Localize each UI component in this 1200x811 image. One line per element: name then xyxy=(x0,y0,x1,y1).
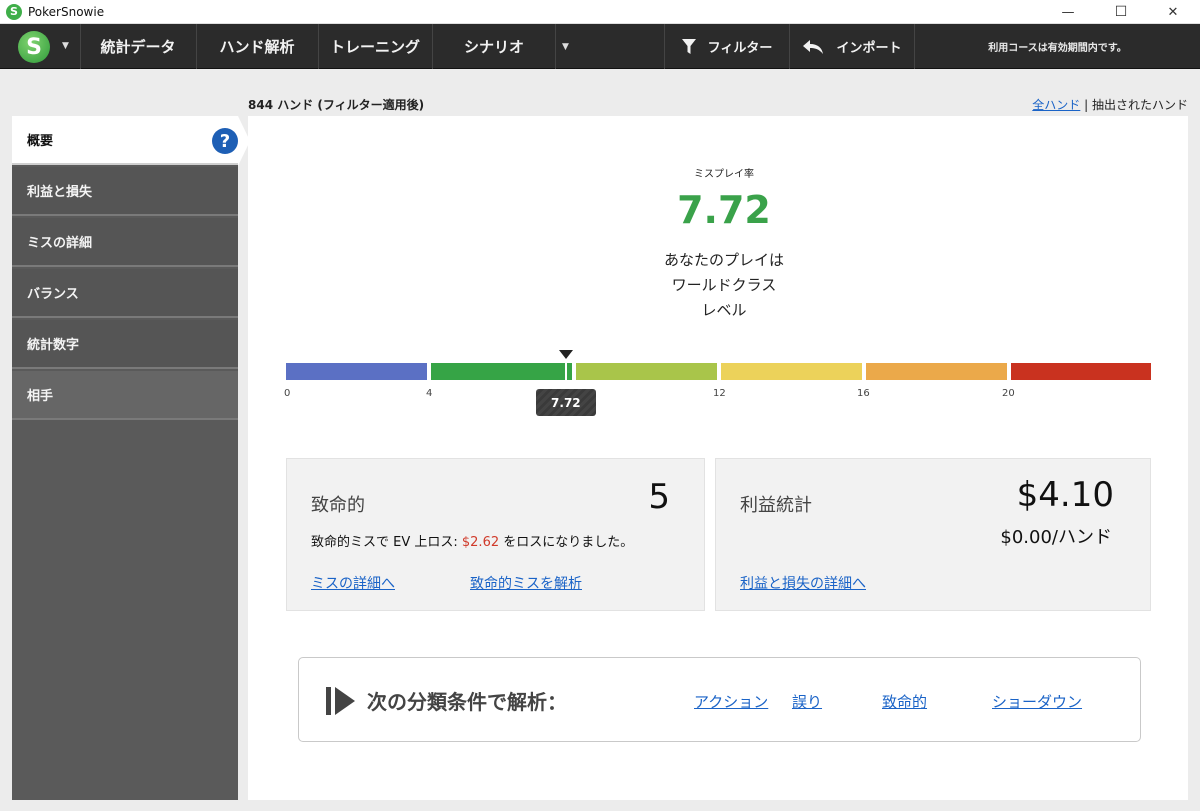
filter-button[interactable]: フィルター xyxy=(666,24,788,69)
scale-marker-pointer-icon xyxy=(558,350,573,359)
window-title: PokerSnowie xyxy=(28,4,105,19)
scale-tick-label: 4 xyxy=(426,388,433,399)
misplay-scale-bar xyxy=(286,363,1151,380)
blunder-card: 致命的 5 致命的ミスで EV 上ロス: $2.62 をロスになりました。 ミス… xyxy=(286,458,705,611)
scale-tick-label: 20 xyxy=(1002,388,1015,399)
profit-title: 利益統計 xyxy=(740,495,812,516)
undo-arrow-icon xyxy=(803,39,824,54)
analyze-link-action[interactable]: アクション xyxy=(694,691,768,712)
extracted-hands-label: 抽出されたハンド xyxy=(1091,98,1188,112)
blunder-title: 致命的 xyxy=(311,495,365,516)
scale-segment-green xyxy=(431,363,572,380)
close-button[interactable]: ✕ xyxy=(1150,0,1196,24)
profit-loss-details-link[interactable]: 利益と損失の詳細へ xyxy=(740,573,866,593)
hands-toggle-separator: | xyxy=(1080,98,1092,112)
import-label: インポート xyxy=(836,41,902,56)
toolbar-divider xyxy=(318,24,319,69)
sidebar-item-label: バランス xyxy=(27,287,79,302)
play-icon xyxy=(326,687,355,715)
hands-count: 844 ハンド (フィルター適用後) xyxy=(248,98,425,112)
play-level-text: あなたのプレイは ワールドクラス レベル xyxy=(248,248,1200,323)
sidebar-item-balance[interactable]: バランス xyxy=(12,269,238,318)
toolbar-divider xyxy=(432,24,433,69)
sidebar-item-label: 利益と損失 xyxy=(27,185,93,200)
analyze-link-blunders[interactable]: 致命的 xyxy=(882,691,927,712)
analyze-link-showdown[interactable]: ショーダウン xyxy=(992,691,1082,712)
profit-total: $4.10 xyxy=(1016,475,1114,515)
analyze-blunders-link[interactable]: 致命的ミスを解析 xyxy=(470,573,582,593)
mistake-details-link[interactable]: ミスの詳細へ xyxy=(311,573,395,593)
toolbar-divider xyxy=(555,24,556,69)
blunder-desc-prefix: 致命的ミスで EV 上ロス: xyxy=(311,535,462,550)
analyze-link-errors[interactable]: 誤り xyxy=(792,691,822,712)
import-button[interactable]: インポート xyxy=(791,24,913,69)
sidebar-item-overview[interactable]: 概要 ? xyxy=(12,116,238,165)
play-level-line: ワールドクラス xyxy=(671,276,777,294)
filter-icon xyxy=(681,38,696,54)
menu-training[interactable]: トレーニング xyxy=(320,24,430,69)
scale-segment-orange xyxy=(866,363,1007,380)
app-icon: S xyxy=(6,3,22,20)
hands-toggle: 全ハンド | 抽出されたハンド xyxy=(1032,96,1188,113)
license-notice: 利用コースは有効期間内です。 xyxy=(988,43,1127,54)
blunder-desc-suffix: をロスになりました。 xyxy=(499,535,634,550)
analyze-by-category-bar: 次の分類条件で解析： アクション 誤り 致命的 ショーダウン xyxy=(298,657,1141,742)
scale-tick-label: 16 xyxy=(857,388,870,399)
blunder-description: 致命的ミスで EV 上ロス: $2.62 をロスになりました。 xyxy=(311,531,633,550)
snowie-logo-button[interactable]: S xyxy=(18,31,50,63)
play-level-line: あなたのプレイは xyxy=(663,251,784,269)
main-toolbar: S ▼ 統計データ ハンド解析 トレーニング シナリオ ▼ フィルター インポー… xyxy=(0,24,1200,69)
help-icon[interactable]: ? xyxy=(212,128,238,154)
maximize-button[interactable]: ☐ xyxy=(1098,0,1144,24)
toolbar-divider xyxy=(80,24,81,69)
scale-segment-yellow xyxy=(721,363,862,380)
menu-more-chevron-icon[interactable]: ▼ xyxy=(562,42,569,52)
chevron-down-icon[interactable]: ▼ xyxy=(62,41,69,51)
scale-marker-value: 7.72 xyxy=(535,389,596,416)
analyze-label: 次の分類条件で解析： xyxy=(367,690,567,714)
toolbar-divider xyxy=(664,24,665,69)
scale-marker-line xyxy=(564,363,567,380)
play-level-line: レベル xyxy=(701,301,747,319)
sidebar-item-label: 概要 xyxy=(27,134,54,149)
blunder-count: 5 xyxy=(648,477,670,517)
menu-scenario[interactable]: シナリオ xyxy=(434,24,554,69)
toolbar-divider xyxy=(196,24,197,69)
sidebar-item-mistake-details[interactable]: ミスの詳細 xyxy=(12,218,238,267)
toolbar-divider xyxy=(789,24,790,69)
sidebar-item-label: ミスの詳細 xyxy=(27,236,93,251)
misplay-rate-value: 7.72 xyxy=(677,188,771,232)
scale-tick-label: 12 xyxy=(713,388,726,399)
scale-segment-lime xyxy=(576,363,717,380)
minimize-button[interactable]: — xyxy=(1045,0,1091,24)
window-titlebar: S PokerSnowie — ☐ ✕ xyxy=(0,0,1200,24)
all-hands-link[interactable]: 全ハンド xyxy=(1032,98,1080,112)
sidebar-item-profit-loss[interactable]: 利益と損失 xyxy=(12,167,238,216)
profit-per-hand: $0.00/ハンド xyxy=(1000,527,1112,548)
sidebar-item-label: 統計数字 xyxy=(27,338,80,353)
scale-segment-red xyxy=(1011,363,1151,380)
scale-tick-label: 0 xyxy=(284,388,291,399)
sidebar-item-statistics[interactable]: 統計数字 xyxy=(12,320,238,369)
menu-statistics[interactable]: 統計データ xyxy=(82,24,194,69)
sidebar-item-opponents[interactable]: 相手 xyxy=(12,371,238,420)
profit-card: 利益統計 $4.10 $0.00/ハンド 利益と損失の詳細へ xyxy=(715,458,1151,611)
misplay-rate-label: ミスプレイ率 xyxy=(694,169,754,180)
blunder-loss-amount: $2.62 xyxy=(461,535,500,550)
sidebar: 概要 ? 利益と損失 ミスの詳細 バランス 統計数字 相手 xyxy=(12,116,238,800)
sidebar-item-label: 相手 xyxy=(27,389,54,404)
scale-segment-blue xyxy=(286,363,427,380)
active-tab-pointer xyxy=(238,116,250,166)
menu-hand-analysis[interactable]: ハンド解析 xyxy=(198,24,316,69)
filter-label: フィルター xyxy=(707,41,773,56)
